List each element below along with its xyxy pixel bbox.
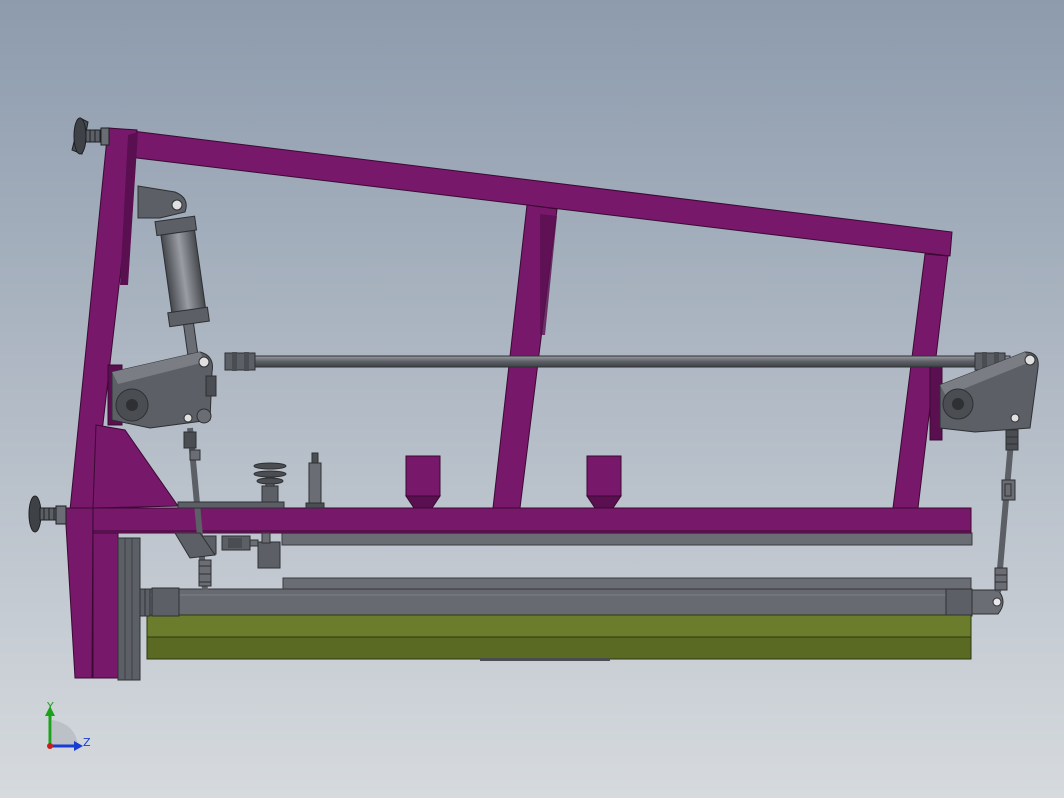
- assembly-drawing: Y Z: [0, 0, 1064, 798]
- roller-right-cap: [945, 588, 973, 616]
- cad-viewport[interactable]: Y Z: [0, 0, 1064, 798]
- z-axis-label: Z: [83, 736, 91, 749]
- y-axis-label: Y: [46, 700, 54, 713]
- roller-bar: [149, 588, 973, 617]
- green-plate-top: [146, 614, 972, 638]
- roller-left-cap: [151, 587, 180, 617]
- axis-origin: [47, 743, 53, 749]
- base-gray-rail: [177, 501, 285, 509]
- bottom-strip: [480, 658, 610, 661]
- upper-gray-plate: [281, 532, 973, 546]
- hopper-right: [586, 455, 622, 509]
- hopper-left: [405, 455, 441, 509]
- frame-side-plate: [117, 537, 141, 681]
- frame-base-beam: [92, 507, 972, 534]
- green-plate-bottom: [146, 636, 972, 660]
- lower-gray-plate: [282, 577, 972, 591]
